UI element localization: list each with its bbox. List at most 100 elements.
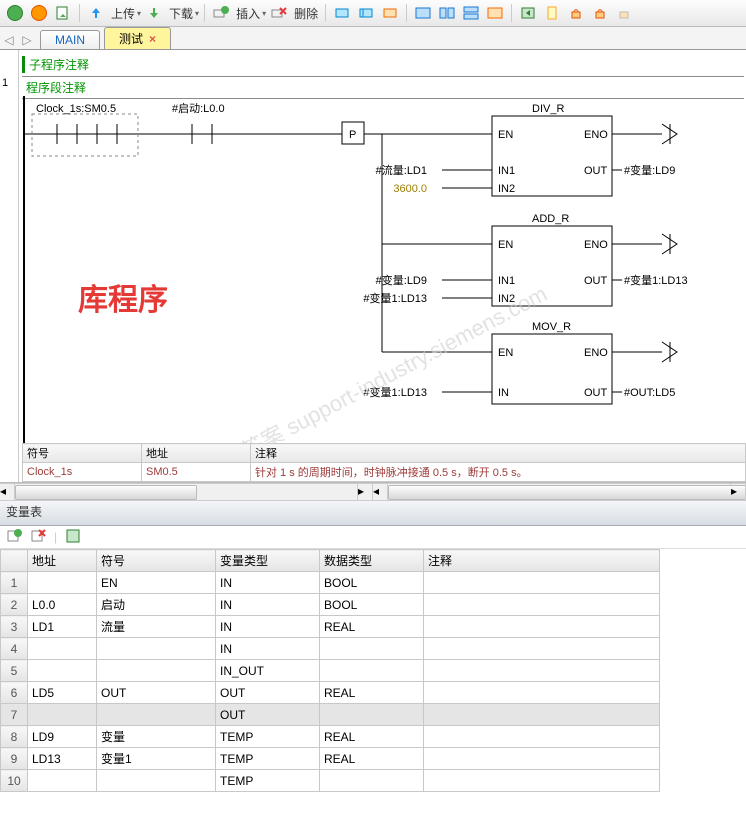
win-icon2[interactable]: [436, 2, 458, 24]
vt-cell-sym[interactable]: [97, 638, 216, 660]
vt-cell-sym[interactable]: [97, 704, 216, 726]
download-label[interactable]: 下载: [169, 5, 193, 22]
ld-icon3[interactable]: [379, 2, 401, 24]
vt-cell-vtype[interactable]: IN: [216, 572, 320, 594]
lock1-icon[interactable]: [565, 2, 587, 24]
row-number[interactable]: 3: [1, 616, 28, 638]
insert-icon[interactable]: [210, 2, 232, 24]
win-icon1[interactable]: [412, 2, 434, 24]
sym-cell[interactable]: SM0.5: [142, 463, 251, 482]
vt-cell-dtype[interactable]: BOOL: [320, 572, 424, 594]
vt-cell-dtype[interactable]: BOOL: [320, 594, 424, 616]
tab-test[interactable]: 测试 ×: [104, 27, 171, 49]
row-number[interactable]: 4: [1, 638, 28, 660]
vt-add-icon[interactable]: [6, 528, 22, 547]
vt-cell-dtype[interactable]: [320, 770, 424, 792]
vt-del-icon[interactable]: [30, 528, 46, 547]
vt-cell-addr[interactable]: LD9: [28, 726, 97, 748]
vt-cell-dtype[interactable]: [320, 638, 424, 660]
vt-cell-addr[interactable]: [28, 770, 97, 792]
vt-cell-sym[interactable]: EN: [97, 572, 216, 594]
vt-cell-comment[interactable]: [424, 704, 660, 726]
stop-icon[interactable]: [28, 2, 50, 24]
vt-cell-vtype[interactable]: IN: [216, 638, 320, 660]
vt-cell-dtype[interactable]: REAL: [320, 616, 424, 638]
vt-cell-addr[interactable]: [28, 638, 97, 660]
vt-cell-comment[interactable]: [424, 660, 660, 682]
vt-cell-addr[interactable]: LD13: [28, 748, 97, 770]
row-number[interactable]: 1: [1, 572, 28, 594]
ld-icon2[interactable]: [355, 2, 377, 24]
row-number[interactable]: 8: [1, 726, 28, 748]
row-number[interactable]: 9: [1, 748, 28, 770]
vt-cell-vtype[interactable]: OUT: [216, 682, 320, 704]
vt-cell-sym[interactable]: [97, 770, 216, 792]
vt-cell-dtype[interactable]: [320, 660, 424, 682]
win-icon4[interactable]: [484, 2, 506, 24]
subroutine-comment[interactable]: 子程序注释: [22, 56, 89, 73]
vt-opts-icon[interactable]: [65, 528, 81, 547]
tab-main[interactable]: MAIN: [40, 30, 100, 49]
row-number[interactable]: 6: [1, 682, 28, 704]
vt-cell-vtype[interactable]: TEMP: [216, 748, 320, 770]
vt-cell-dtype[interactable]: REAL: [320, 726, 424, 748]
insert-label[interactable]: 插入: [236, 5, 260, 22]
vt-cell-sym[interactable]: 流量: [97, 616, 216, 638]
download-icon[interactable]: [143, 2, 165, 24]
vt-cell-sym[interactable]: [97, 660, 216, 682]
delete-label[interactable]: 删除: [294, 5, 318, 22]
vt-cell-sym[interactable]: 变量: [97, 726, 216, 748]
row-number[interactable]: 10: [1, 770, 28, 792]
vt-cell-sym[interactable]: 变量1: [97, 748, 216, 770]
nav-icon[interactable]: [517, 2, 539, 24]
tab-test-label: 测试: [119, 32, 143, 46]
vt-cell-comment[interactable]: [424, 726, 660, 748]
vt-cell-comment[interactable]: [424, 572, 660, 594]
lock3-icon[interactable]: [613, 2, 635, 24]
win-icon3[interactable]: [460, 2, 482, 24]
vt-cell-dtype[interactable]: REAL: [320, 682, 424, 704]
vt-cell-vtype[interactable]: IN_OUT: [216, 660, 320, 682]
vt-cell-addr[interactable]: LD5: [28, 682, 97, 704]
sym-cell[interactable]: Clock_1s: [23, 463, 142, 482]
vt-cell-sym[interactable]: 启动: [97, 594, 216, 616]
vt-cell-dtype[interactable]: [320, 704, 424, 726]
row-number[interactable]: 5: [1, 660, 28, 682]
lock2-icon[interactable]: [589, 2, 611, 24]
vt-cell-comment[interactable]: [424, 770, 660, 792]
vt-cell-comment[interactable]: [424, 682, 660, 704]
vt-cell-vtype[interactable]: IN: [216, 594, 320, 616]
vt-cell-comment[interactable]: [424, 594, 660, 616]
vt-cell-vtype[interactable]: OUT: [216, 704, 320, 726]
variable-table[interactable]: 地址 符号 变量类型 数据类型 注释 1 EN IN BOOL 2 L0.0 启…: [0, 549, 746, 792]
run-icon[interactable]: [4, 2, 26, 24]
upload-icon[interactable]: [85, 2, 107, 24]
tab-next-icon[interactable]: ▷: [18, 31, 36, 49]
sym-cell[interactable]: 针对 1 s 的周期时间，时钟脉冲接通 0.5 s，断开 0.5 s。: [251, 463, 746, 482]
row-number[interactable]: 2: [1, 594, 28, 616]
vt-cell-vtype[interactable]: TEMP: [216, 770, 320, 792]
vt-cell-comment[interactable]: [424, 638, 660, 660]
vt-cell-addr[interactable]: L0.0: [28, 594, 97, 616]
vt-cell-vtype[interactable]: TEMP: [216, 726, 320, 748]
vartable-toolbar: |: [0, 526, 746, 549]
vt-cell-addr[interactable]: [28, 572, 97, 594]
upload-label[interactable]: 上传: [111, 5, 135, 22]
vt-cell-sym[interactable]: OUT: [97, 682, 216, 704]
delete-icon[interactable]: [268, 2, 290, 24]
close-icon[interactable]: ×: [149, 32, 156, 46]
svg-text:#变量:LD9: #变量:LD9: [376, 273, 427, 287]
vt-cell-vtype[interactable]: IN: [216, 616, 320, 638]
compile-icon[interactable]: [52, 2, 74, 24]
vt-cell-addr[interactable]: [28, 660, 97, 682]
vt-cell-comment[interactable]: [424, 748, 660, 770]
bookmark-icon[interactable]: [541, 2, 563, 24]
vt-cell-dtype[interactable]: REAL: [320, 748, 424, 770]
editor-scrollbar[interactable]: ◂ ▸ ◂ ▸: [0, 483, 746, 501]
vt-cell-comment[interactable]: [424, 616, 660, 638]
vt-cell-addr[interactable]: LD1: [28, 616, 97, 638]
vt-cell-addr[interactable]: [28, 704, 97, 726]
tab-prev-icon[interactable]: ◁: [0, 31, 18, 49]
row-number[interactable]: 7: [1, 704, 28, 726]
ld-icon1[interactable]: [331, 2, 353, 24]
